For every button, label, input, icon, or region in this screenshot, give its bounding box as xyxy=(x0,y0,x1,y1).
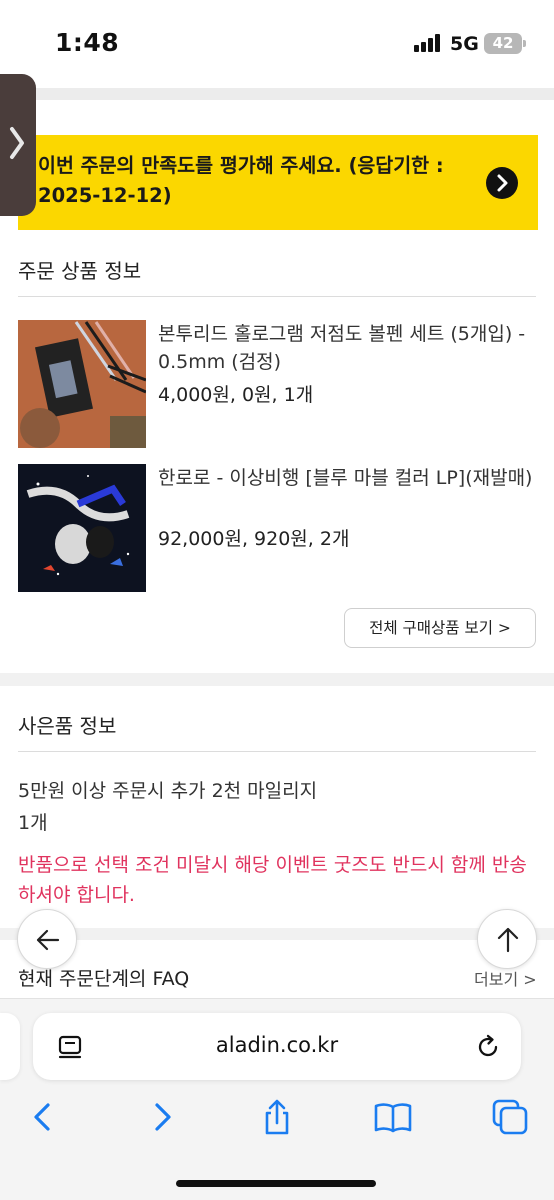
top-divider-band xyxy=(0,88,554,100)
gift-info-title: 사은품 정보 xyxy=(18,714,117,738)
battery-icon: 42 xyxy=(484,33,526,54)
address-bar[interactable]: aladin.co.kr xyxy=(33,1013,521,1080)
back-floating-button[interactable] xyxy=(17,909,77,969)
product-thumbnail-lp[interactable] xyxy=(18,464,146,592)
share-icon[interactable] xyxy=(257,1097,297,1137)
product-price-line: 4,000원, 0원, 1개 xyxy=(158,384,314,406)
signal-icon xyxy=(414,34,442,52)
back-arrow-icon xyxy=(36,929,60,951)
arrow-right-circle-icon[interactable] xyxy=(486,167,518,199)
product-name[interactable]: 한로로 - 이상비행 [블루 마블 컬러 LP](재발매) xyxy=(158,464,538,492)
tabs-icon[interactable] xyxy=(490,1097,530,1137)
banner-text: 이번 주문의 만족도를 평가해 주세요. (응답기한 : 2025-12-12) xyxy=(38,154,444,207)
forward-chevron-icon[interactable] xyxy=(142,1097,182,1137)
product-item[interactable]: 한로로 - 이상비행 [블루 마블 컬러 LP](재발매) 92,000원, 9… xyxy=(18,464,538,594)
gift-item-text: 5만원 이상 주문시 추가 2천 마일리지 xyxy=(18,780,318,802)
order-products-title: 주문 상품 정보 xyxy=(18,259,142,283)
home-indicator xyxy=(176,1180,376,1187)
divider xyxy=(18,296,536,297)
section-gap xyxy=(0,673,554,686)
network-label: 5G xyxy=(450,33,479,55)
divider xyxy=(18,751,536,752)
section-gap xyxy=(0,928,554,940)
scroll-top-button[interactable] xyxy=(477,909,537,969)
back-chevron-icon[interactable] xyxy=(23,1097,63,1137)
product-price-line: 92,000원, 920원, 2개 xyxy=(158,528,350,550)
product-name[interactable]: 본투리드 홀로그램 저점도 볼펜 세트 (5개입) - 0.5mm (검정) xyxy=(158,320,538,376)
gift-return-notice: 반품으로 선택 조건 미달시 해당 이벤트 굿즈도 반드시 함께 반송하셔야 합… xyxy=(18,854,527,906)
url-text[interactable]: aladin.co.kr xyxy=(33,1033,521,1057)
gift-count: 1개 xyxy=(18,812,48,834)
side-drawer-handle[interactable] xyxy=(0,74,36,216)
status-bar: 1:48 5G 42 xyxy=(0,0,554,88)
view-all-products-button[interactable]: 전체 구매상품 보기 > xyxy=(344,608,536,648)
bookmarks-icon[interactable] xyxy=(373,1097,413,1137)
up-arrow-icon xyxy=(497,927,519,953)
chevron-right-icon xyxy=(10,127,24,159)
survey-banner[interactable]: 이번 주문의 만족도를 평가해 주세요. (응답기한 : 2025-12-12) xyxy=(18,135,538,230)
product-thumbnail-pen-set[interactable] xyxy=(18,320,146,448)
reload-icon[interactable] xyxy=(474,1033,502,1061)
previous-tab-peek[interactable] xyxy=(0,1013,20,1080)
status-time: 1:48 xyxy=(55,28,120,57)
product-item[interactable]: 본투리드 홀로그램 저점도 볼펜 세트 (5개입) - 0.5mm (검정) 4… xyxy=(18,320,538,450)
